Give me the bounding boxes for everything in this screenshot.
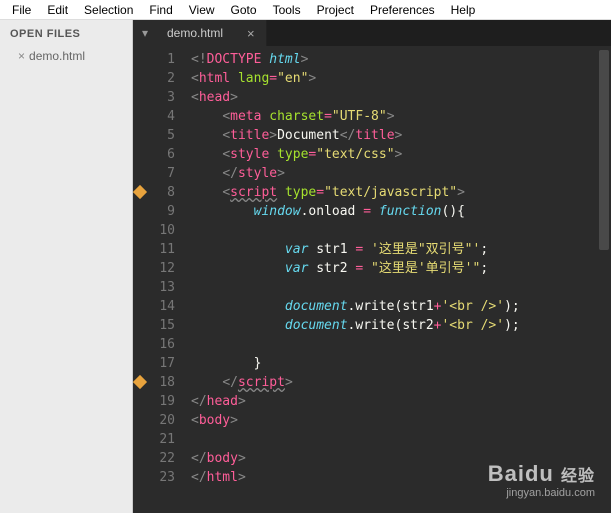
menu-find[interactable]: Find bbox=[141, 1, 180, 19]
code-area[interactable]: 1234567891011121314151617181920212223 <!… bbox=[133, 46, 611, 513]
line-number: 21 bbox=[133, 430, 175, 449]
code-line[interactable]: </html> bbox=[191, 468, 611, 487]
code-line[interactable] bbox=[191, 278, 611, 297]
gutter: 1234567891011121314151617181920212223 bbox=[133, 46, 183, 513]
sidebar: OPEN FILES × demo.html bbox=[0, 20, 133, 513]
close-icon[interactable]: × bbox=[18, 49, 25, 63]
code[interactable]: <!DOCTYPE html><html lang="en"><head> <m… bbox=[183, 46, 611, 513]
line-number: 16 bbox=[133, 335, 175, 354]
menu-preferences[interactable]: Preferences bbox=[362, 1, 443, 19]
main: OPEN FILES ×demo.html ▾ demo.html × 1234… bbox=[0, 20, 611, 513]
menu-goto[interactable]: Goto bbox=[223, 1, 265, 19]
code-line[interactable]: } bbox=[191, 354, 611, 373]
menu-edit[interactable]: Edit bbox=[39, 1, 76, 19]
tab-dropdown-icon[interactable]: ▾ bbox=[133, 20, 157, 46]
code-line[interactable]: <!DOCTYPE html> bbox=[191, 50, 611, 69]
editor-area: ▾ demo.html × 12345678910111213141516171… bbox=[133, 20, 611, 513]
menu-tools[interactable]: Tools bbox=[265, 1, 309, 19]
line-number: 17 bbox=[133, 354, 175, 373]
code-line[interactable]: document.write(str1+'<br />'); bbox=[191, 297, 611, 316]
code-line[interactable]: <script type="text/javascript"> bbox=[191, 183, 611, 202]
line-number: 10 bbox=[133, 221, 175, 240]
line-number: 9 bbox=[133, 202, 175, 221]
code-line[interactable]: </style> bbox=[191, 164, 611, 183]
line-number: 7 bbox=[133, 164, 175, 183]
code-line[interactable]: <head> bbox=[191, 88, 611, 107]
code-line[interactable]: document.write(str2+'<br />'); bbox=[191, 316, 611, 335]
code-line[interactable]: <title>Document</title> bbox=[191, 126, 611, 145]
line-number: 3 bbox=[133, 88, 175, 107]
line-number: 6 bbox=[133, 145, 175, 164]
code-line[interactable]: var str1 = '这里是"双引号"'; bbox=[191, 240, 611, 259]
menubar: FileEditSelectionFindViewGotoToolsProjec… bbox=[0, 0, 611, 20]
code-line[interactable]: <style type="text/css"> bbox=[191, 145, 611, 164]
menu-view[interactable]: View bbox=[181, 1, 223, 19]
line-number: 13 bbox=[133, 278, 175, 297]
code-line[interactable]: </body> bbox=[191, 449, 611, 468]
code-line[interactable]: <meta charset="UTF-8"> bbox=[191, 107, 611, 126]
code-line[interactable] bbox=[191, 430, 611, 449]
line-number: 1 bbox=[133, 50, 175, 69]
line-number: 15 bbox=[133, 316, 175, 335]
tab-close-icon[interactable]: × bbox=[247, 26, 255, 41]
line-number: 5 bbox=[133, 126, 175, 145]
line-number: 23 bbox=[133, 468, 175, 487]
code-line[interactable]: <body> bbox=[191, 411, 611, 430]
menu-selection[interactable]: Selection bbox=[76, 1, 141, 19]
open-file-item[interactable]: × demo.html bbox=[0, 46, 132, 66]
code-line[interactable]: window.onload = function(){ bbox=[191, 202, 611, 221]
code-line[interactable]: </head> bbox=[191, 392, 611, 411]
menu-file[interactable]: File bbox=[4, 1, 39, 19]
tab-demo-html[interactable]: demo.html × bbox=[157, 20, 267, 46]
code-line[interactable] bbox=[191, 221, 611, 240]
line-number: 14 bbox=[133, 297, 175, 316]
line-number: 19 bbox=[133, 392, 175, 411]
tab-label: demo.html bbox=[167, 26, 223, 40]
line-number: 22 bbox=[133, 449, 175, 468]
file-name: demo.html bbox=[29, 49, 85, 63]
code-line[interactable]: <html lang="en"> bbox=[191, 69, 611, 88]
code-line[interactable] bbox=[191, 335, 611, 354]
code-line[interactable]: var str2 = "这里是'单引号'"; bbox=[191, 259, 611, 278]
code-line[interactable]: </script> bbox=[191, 373, 611, 392]
sidebar-header: OPEN FILES bbox=[0, 20, 132, 46]
line-number: 11 bbox=[133, 240, 175, 259]
menu-project[interactable]: Project bbox=[309, 1, 362, 19]
line-number: 12 bbox=[133, 259, 175, 278]
menu-help[interactable]: Help bbox=[443, 1, 484, 19]
line-number: 20 bbox=[133, 411, 175, 430]
line-number: 2 bbox=[133, 69, 175, 88]
scrollbar-vertical[interactable] bbox=[599, 50, 609, 250]
tabstrip: ▾ demo.html × bbox=[133, 20, 611, 46]
line-number: 4 bbox=[133, 107, 175, 126]
